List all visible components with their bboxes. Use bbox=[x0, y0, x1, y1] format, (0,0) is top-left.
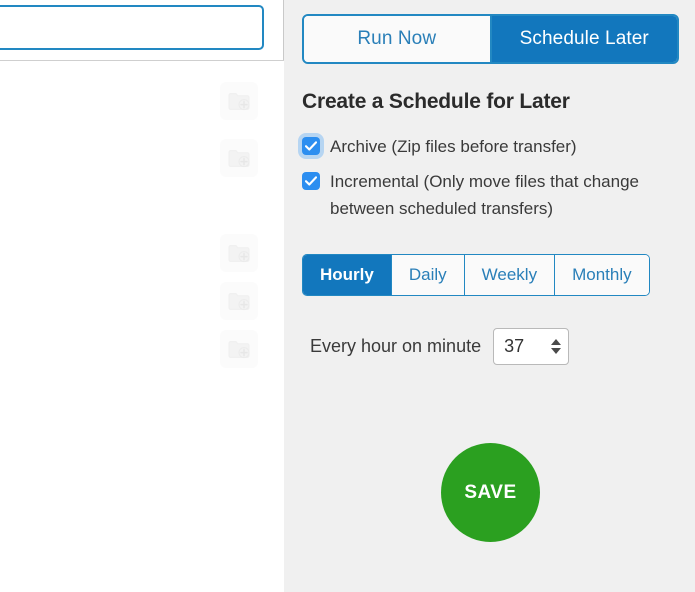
arrow-up-icon[interactable] bbox=[551, 339, 562, 345]
folder-add-icon[interactable] bbox=[220, 234, 258, 272]
minute-label: Every hour on minute bbox=[310, 336, 482, 356]
file-list[interactable] bbox=[0, 61, 284, 592]
tab-run-now[interactable]: Run Now bbox=[304, 16, 490, 62]
option-incremental[interactable]: Incremental (Only move files that change… bbox=[302, 169, 672, 222]
archive-checkbox[interactable] bbox=[302, 137, 320, 155]
archive-label: Archive (Zip files before transfer) bbox=[330, 137, 577, 156]
tab-hourly[interactable]: Hourly bbox=[303, 255, 391, 295]
folder-add-icon[interactable] bbox=[220, 282, 258, 320]
stepper-arrows[interactable] bbox=[546, 339, 566, 354]
arrow-down-icon[interactable] bbox=[551, 348, 562, 354]
mode-tab-group: Run Now Schedule Later bbox=[302, 14, 679, 64]
save-button[interactable]: SAVE bbox=[441, 443, 540, 542]
minute-stepper[interactable] bbox=[493, 328, 570, 365]
folder-add-icon[interactable] bbox=[220, 330, 258, 368]
minute-input[interactable] bbox=[494, 335, 547, 358]
incremental-checkbox[interactable] bbox=[302, 172, 320, 191]
search-field-wrapper bbox=[0, 5, 264, 50]
search-input[interactable] bbox=[0, 5, 264, 50]
tab-weekly[interactable]: Weekly bbox=[463, 255, 555, 295]
left-panel bbox=[0, 0, 284, 592]
page-title: Create a Schedule for Later bbox=[302, 90, 570, 113]
schedule-options: Archive (Zip files before transfer) Incr… bbox=[302, 134, 672, 231]
tab-monthly[interactable]: Monthly bbox=[554, 255, 649, 295]
folder-add-icon[interactable] bbox=[220, 139, 258, 177]
app-screen: Run Now Schedule Later Create a Schedule… bbox=[0, 0, 695, 592]
option-archive[interactable]: Archive (Zip files before transfer) bbox=[302, 134, 672, 160]
folder-add-icon[interactable] bbox=[220, 82, 258, 120]
schedule-panel: Run Now Schedule Later Create a Schedule… bbox=[284, 0, 695, 592]
frequency-tab-group: Hourly Daily Weekly Monthly bbox=[302, 254, 650, 296]
minute-selector-row: Every hour on minute bbox=[310, 328, 570, 365]
tab-daily[interactable]: Daily bbox=[390, 255, 464, 295]
incremental-label: Incremental (Only move files that change… bbox=[330, 172, 639, 218]
tab-schedule-later[interactable]: Schedule Later bbox=[489, 16, 677, 62]
